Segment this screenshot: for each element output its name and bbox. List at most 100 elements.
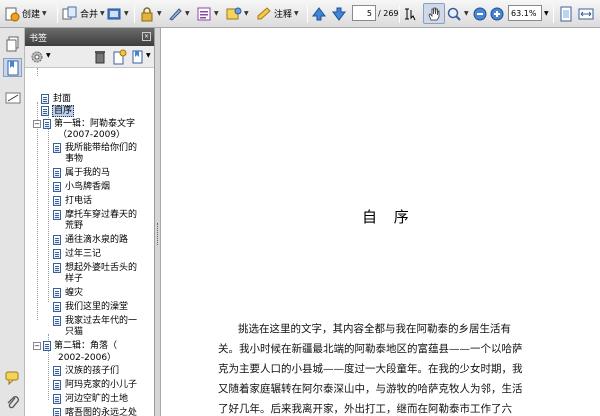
- hand-tool-button[interactable]: [423, 3, 445, 24]
- next-page-button[interactable]: [331, 3, 347, 24]
- tree-guide: [48, 112, 49, 302]
- bookmark-icon: [53, 235, 61, 245]
- bookmark-icon: [53, 168, 61, 178]
- main-toolbar: 创建 ▼ 合并 ▼ ▼ ▼ ▼ ▼ ▼ 注释 ▼ 5 / 269 ▼ 63.1%…: [0, 0, 600, 28]
- annotate-label: 注释: [274, 10, 293, 20]
- chevron-down-icon[interactable]: ▼: [46, 52, 51, 59]
- sign-button[interactable]: ▼: [167, 3, 190, 24]
- bookmark-options-icon: [130, 49, 146, 65]
- pages-panel-button[interactable]: [3, 34, 22, 53]
- toolbar-divider: [553, 5, 554, 23]
- paragraph-line: 挑选在这里的文字，其内容全都与我在阿勒泰的乡居生活有: [238, 323, 511, 335]
- comments-panel-button[interactable]: [3, 368, 22, 387]
- chevron-down-icon: ▼: [464, 10, 469, 17]
- bookmark-icon: [41, 106, 49, 116]
- fit-width-button[interactable]: [578, 3, 594, 24]
- fit-page-button[interactable]: [558, 3, 574, 24]
- multimedia-button[interactable]: ▼: [226, 3, 249, 24]
- signature-icon: [5, 90, 21, 106]
- text-cursor-icon: [403, 6, 419, 22]
- marquee-zoom-button[interactable]: ▼: [446, 3, 469, 24]
- attachments-panel-button[interactable]: [3, 392, 22, 411]
- paragraph-line: 关。我小时候在新疆最北端的阿勒泰地区的富蕴县——一个以哈萨: [218, 343, 523, 355]
- zoom-level-input[interactable]: 63.1%: [508, 5, 542, 21]
- combine-icon: [62, 6, 78, 22]
- chevron-down-icon: ▼: [124, 10, 129, 17]
- bookmarks-panel-button[interactable]: [3, 58, 22, 77]
- forms-button[interactable]: ▼: [196, 3, 219, 24]
- comment-icon: [256, 6, 272, 22]
- toolbar-divider: [134, 5, 135, 23]
- create-icon: [4, 6, 20, 22]
- expand-bookmark-button[interactable]: [130, 49, 146, 68]
- chevron-down-icon[interactable]: ▼: [146, 52, 151, 59]
- splitter-grip[interactable]: [157, 223, 158, 245]
- hand-icon: [426, 6, 442, 22]
- share-icon: [106, 6, 122, 22]
- bookmarks-panel-title: 书签: [29, 33, 48, 44]
- toolbar-divider: [57, 5, 58, 23]
- zoom-in-icon: [489, 6, 505, 22]
- chevron-down-icon: ▼: [185, 10, 190, 17]
- bookmark-icon: [53, 249, 61, 259]
- share-button[interactable]: ▼: [106, 3, 129, 24]
- page-heading: 自 序: [362, 208, 415, 226]
- magnifier-icon: [446, 6, 462, 22]
- chevron-down-icon: ▼: [214, 10, 219, 17]
- delete-bookmark-button[interactable]: [92, 49, 108, 68]
- bookmark-icon: [53, 263, 61, 273]
- collapse-icon[interactable]: −: [33, 120, 41, 128]
- tree-guide: [37, 68, 38, 76]
- bookmark-icon: [53, 210, 61, 220]
- arrow-down-icon: [331, 6, 347, 22]
- document-view[interactable]: 自 序 挑选在这里的文字，其内容全都与我在阿勒泰的乡居生活有 关。我小时候在新疆…: [162, 28, 600, 416]
- bookmark-icon: [43, 119, 51, 129]
- pen-icon: [167, 6, 183, 22]
- tree-guide: [37, 102, 38, 320]
- trash-icon: [92, 49, 108, 65]
- chevron-down-icon: ▼: [157, 10, 162, 17]
- pages-icon: [5, 36, 21, 52]
- bookmark-icon: [53, 143, 61, 153]
- chevron-down-icon: ▼: [294, 10, 299, 17]
- form-icon: [196, 6, 212, 22]
- paperclip-icon: [5, 394, 21, 410]
- panel-splitter[interactable]: [155, 28, 161, 416]
- signatures-panel-button[interactable]: [3, 88, 22, 107]
- paragraph-line: 了好几年。后来我离开家，外出打工，继而在阿勒泰市工作了六: [218, 403, 512, 415]
- page-number-input[interactable]: 5: [352, 5, 376, 21]
- previous-page-button[interactable]: [311, 3, 327, 24]
- create-button[interactable]: 创建 ▼: [4, 3, 47, 24]
- bookmarks-panel-header: 书签 ×: [25, 28, 154, 46]
- close-icon[interactable]: ×: [142, 32, 151, 41]
- bookmark-icon: [5, 60, 21, 76]
- bookmark-icon: [41, 94, 49, 104]
- annotate-button[interactable]: 注释 ▼: [256, 3, 299, 24]
- combine-button[interactable]: 合并 ▼: [62, 3, 105, 24]
- bookmark-icon: [53, 316, 61, 326]
- combine-label: 合并: [80, 10, 99, 20]
- secure-button[interactable]: ▼: [139, 3, 162, 24]
- zoom-in-button[interactable]: [489, 3, 505, 24]
- new-bookmark-icon: [111, 49, 127, 65]
- bookmark-icon: [53, 380, 61, 390]
- select-tool-button[interactable]: [403, 3, 419, 24]
- zoom-out-button[interactable]: [472, 3, 488, 24]
- fit-width-icon: [578, 6, 594, 22]
- create-label: 创建: [22, 10, 41, 20]
- bookmarks-panel: 书签 × ▼ ▼ 封面 自序 − 第一辑：阿勒泰文字 （2007-2009） 我…: [25, 28, 155, 416]
- chevron-down-icon: ▼: [244, 10, 249, 17]
- bookmark-icon: [53, 196, 61, 206]
- arrow-up-icon: [311, 6, 327, 22]
- new-bookmark-button[interactable]: [111, 49, 127, 68]
- comment-bubble-icon: [5, 370, 21, 386]
- options-button[interactable]: [29, 49, 45, 68]
- gear-icon: [29, 49, 45, 65]
- page-total: / 269: [378, 9, 399, 18]
- toolbar-divider: [307, 5, 308, 23]
- zoom-out-icon: [472, 6, 488, 22]
- zoom-dropdown-chevron-icon[interactable]: ▼: [544, 10, 549, 17]
- bookmarks-toolbar: ▼ ▼: [25, 46, 154, 68]
- bookmark-icon: [53, 182, 61, 192]
- collapse-icon[interactable]: −: [33, 342, 41, 350]
